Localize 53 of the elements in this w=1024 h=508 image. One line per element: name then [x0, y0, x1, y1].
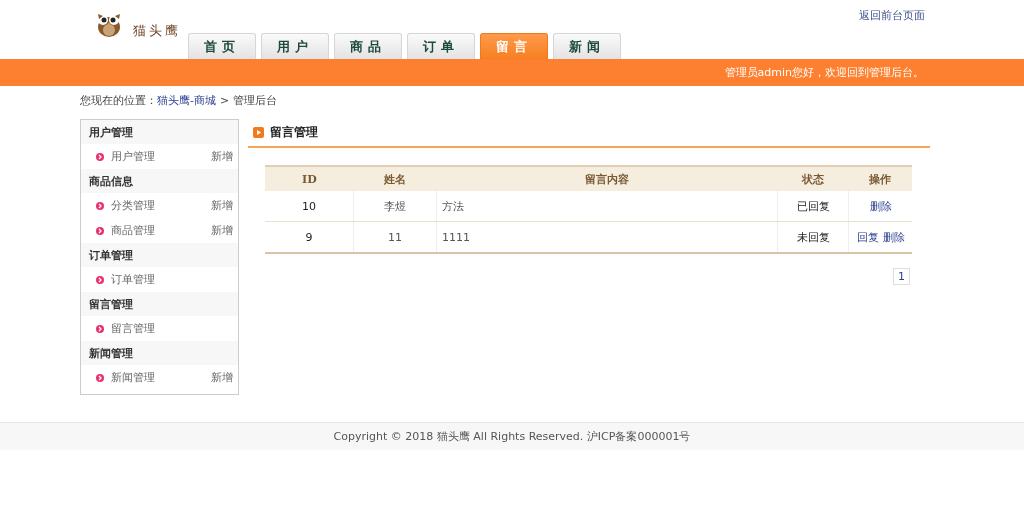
add-link[interactable]: 新增: [211, 370, 233, 385]
breadcrumb-separator: >: [220, 94, 230, 107]
arrow-bullet-icon: [96, 275, 104, 284]
nav-tab[interactable]: 首页: [188, 33, 256, 59]
arrow-bullet-icon: [96, 152, 104, 161]
menu-item[interactable]: 留言管理: [111, 321, 233, 336]
table-cell: 李煜: [353, 191, 437, 222]
action-link[interactable]: 删除: [869, 199, 892, 213]
breadcrumb-link[interactable]: 猫头鹰-商城: [157, 93, 216, 108]
table-cell: 已回复: [777, 191, 849, 222]
welcome-text: 管理员admin您好，欢迎回到管理后台。: [724, 65, 924, 80]
nav-tab[interactable]: 商品: [334, 33, 402, 59]
menu-group-title: 订单管理: [81, 243, 238, 267]
menu-item[interactable]: 商品管理: [111, 223, 211, 238]
table-cell: 方法: [436, 191, 778, 222]
column-header: 状态: [777, 166, 849, 191]
add-link[interactable]: 新增: [211, 198, 233, 213]
menu-group-title: 新闻管理: [81, 341, 238, 365]
menu-item[interactable]: 用户管理: [111, 149, 211, 164]
table-cell: 9: [265, 221, 354, 253]
add-link[interactable]: 新增: [211, 149, 233, 164]
nav-tab[interactable]: 用户: [261, 33, 329, 59]
play-icon: [253, 127, 264, 138]
column-header: 留言内容: [436, 166, 778, 191]
menu-group-title: 用户管理: [81, 120, 238, 144]
menu-group-title: 商品信息: [81, 169, 238, 193]
arrow-bullet-icon: [96, 324, 104, 333]
action-link[interactable]: 删除: [882, 230, 905, 244]
page-link[interactable]: 1: [893, 268, 910, 285]
breadcrumb-current: 管理后台: [233, 93, 278, 108]
menu-item[interactable]: 新闻管理: [111, 370, 211, 385]
column-header: 操作: [848, 166, 912, 191]
nav-tab[interactable]: 订单: [407, 33, 475, 59]
menu-item[interactable]: 分类管理: [111, 198, 211, 213]
table-cell: 1111: [436, 221, 778, 253]
column-header: 姓名: [353, 166, 437, 191]
nav-tab[interactable]: 新闻: [553, 33, 621, 59]
arrow-bullet-icon: [96, 201, 104, 210]
table-cell: 未回复: [777, 221, 849, 253]
menu-group-title: 留言管理: [81, 292, 238, 316]
table-cell: 11: [353, 221, 437, 253]
panel-title: 留言管理: [270, 124, 318, 141]
action-link[interactable]: 回复: [856, 230, 879, 244]
add-link[interactable]: 新增: [211, 223, 233, 238]
copyright-text: Copyright © 2018 猫头鹰 All Rights Reserved. 沪ICP备案000001号: [333, 429, 691, 444]
table-cell: 10: [265, 191, 354, 222]
arrow-bullet-icon: [96, 373, 104, 382]
logo-text: 猫头鹰: [133, 22, 181, 40]
arrow-bullet-icon: [96, 226, 104, 235]
column-header: ID: [265, 166, 354, 191]
return-link[interactable]: 返回前台页面: [859, 8, 925, 23]
menu-item[interactable]: 订单管理: [111, 272, 233, 287]
breadcrumb-label: 您现在的位置：: [80, 93, 157, 108]
